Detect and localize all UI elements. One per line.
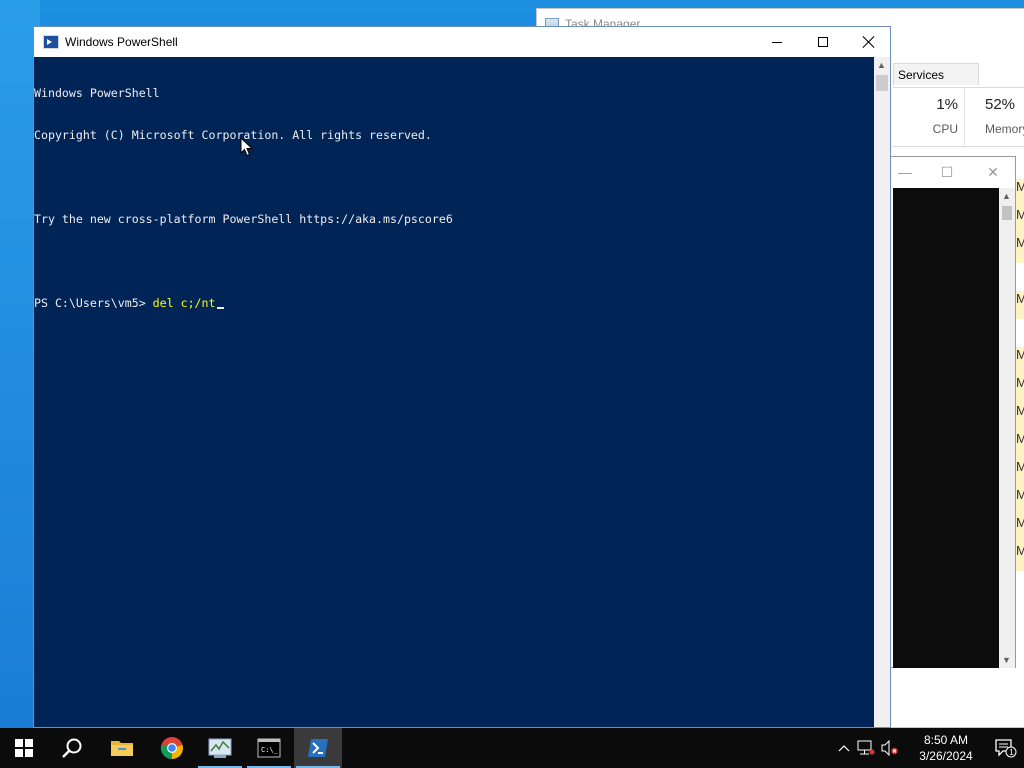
console-line: Windows PowerShell	[34, 86, 160, 100]
process-row[interactable]: M	[1015, 347, 1024, 375]
process-list-partial: M M M M M M M M M M M M	[1015, 179, 1024, 571]
network-button[interactable]	[854, 728, 878, 768]
volume-button[interactable]	[878, 728, 902, 768]
memory-column-header[interactable]: 52% Memory	[965, 88, 1024, 148]
process-row[interactable]: M	[1015, 291, 1024, 319]
scroll-down-icon[interactable]: ▼	[1002, 655, 1011, 665]
taskbar-file-explorer[interactable]	[98, 728, 146, 768]
console-line: Try the new cross-platform PowerShell ht…	[34, 212, 453, 226]
console-scroll-thumb[interactable]	[1002, 206, 1012, 220]
maximize-button[interactable]	[800, 27, 846, 57]
chevron-up-icon	[838, 745, 850, 752]
process-row[interactable]: M	[1015, 515, 1024, 543]
maximize-icon	[818, 37, 828, 47]
task-manager-column-headers: 1% CPU 52% Memory	[893, 87, 1024, 148]
taskmanager-icon	[208, 738, 232, 758]
mouse-pointer-icon	[240, 137, 254, 157]
process-row[interactable]: M	[1015, 235, 1024, 263]
taskbar-chrome[interactable]	[148, 728, 196, 768]
process-row[interactable]: M	[1015, 375, 1024, 403]
scroll-thumb[interactable]	[876, 75, 888, 91]
process-row[interactable]: M	[1015, 459, 1024, 487]
system-tray: 8:50 AM 3/26/2024 1	[834, 728, 1024, 768]
process-row[interactable]: M	[1015, 207, 1024, 235]
powershell-icon	[308, 739, 328, 757]
taskbar-task-manager[interactable]	[196, 728, 244, 768]
process-row[interactable]: M	[1015, 179, 1024, 207]
cpu-label: CPU	[932, 122, 958, 136]
start-button[interactable]	[0, 728, 48, 768]
close-icon	[863, 36, 875, 48]
windows-logo-icon	[15, 739, 33, 757]
powershell-window[interactable]: Windows PowerShell Windows PowerShell Co…	[33, 26, 891, 728]
close-button[interactable]	[846, 27, 892, 57]
taskbar-command-prompt[interactable]: C:\_	[245, 728, 293, 768]
console-window[interactable]: — ☐ ✕ ▲ ▼	[888, 156, 1016, 668]
process-row[interactable]: M	[1015, 543, 1024, 571]
typed-command[interactable]: del c;/nt	[153, 296, 216, 310]
chrome-icon	[160, 737, 183, 760]
scroll-up-icon[interactable]: ▲	[1002, 191, 1011, 201]
volume-muted-icon	[881, 740, 898, 756]
minimize-icon	[772, 41, 782, 43]
powershell-titlebar[interactable]: Windows PowerShell	[34, 27, 890, 57]
console-prompt: PS C:\Users\vm5>	[34, 296, 153, 310]
notification-icon: 1	[995, 739, 1017, 758]
tab-services[interactable]: Services	[893, 63, 979, 85]
search-button[interactable]	[48, 728, 96, 768]
action-center-button[interactable]: 1	[988, 728, 1024, 768]
window-title: Windows PowerShell	[65, 35, 178, 49]
process-row[interactable]	[1015, 263, 1024, 291]
folder-icon	[111, 741, 133, 756]
command-input-line[interactable]: PS C:\Users\vm5> del c;/nt	[34, 296, 874, 310]
powershell-scrollbar[interactable]: ▲	[874, 57, 890, 727]
network-icon	[857, 740, 875, 755]
clock-time: 8:50 AM	[923, 733, 969, 747]
memory-percent: 52%	[985, 96, 1016, 113]
svg-text:C:\_: C:\_	[261, 746, 279, 754]
cpu-percent: 1%	[936, 96, 958, 113]
powershell-icon	[43, 35, 59, 49]
notification-count: 1	[1009, 748, 1014, 757]
search-icon	[62, 738, 82, 758]
process-row[interactable]	[1015, 319, 1024, 347]
clock[interactable]: 8:50 AM 3/26/2024	[904, 728, 988, 768]
console-scrollbar[interactable]: ▲ ▼	[999, 188, 1015, 668]
cpu-column-header[interactable]: 1% CPU	[893, 88, 965, 148]
terminal-icon: C:\_	[257, 738, 281, 758]
minimize-button[interactable]	[754, 27, 800, 57]
console-close-button[interactable]: ✕	[971, 157, 1015, 187]
clock-date: 3/26/2024	[919, 749, 973, 763]
console-maximize-button[interactable]: ☐	[925, 157, 969, 187]
process-row[interactable]: M	[1015, 431, 1024, 459]
taskbar: C:\_ 8:50 AM 3/26/2024 1	[0, 728, 1024, 768]
taskbar-powershell[interactable]	[294, 728, 342, 768]
scroll-up-icon[interactable]: ▲	[877, 60, 886, 70]
console-titlebar[interactable]: — ☐ ✕	[889, 157, 1015, 187]
console-line: Copyright (C) Microsoft Corporation. All…	[34, 128, 432, 142]
show-hidden-icons-button[interactable]	[834, 728, 854, 768]
process-row[interactable]: M	[1015, 403, 1024, 431]
text-cursor	[216, 307, 224, 309]
powershell-console[interactable]: Windows PowerShell Copyright (C) Microso…	[34, 57, 874, 727]
process-row[interactable]: M	[1015, 487, 1024, 515]
console-output-area[interactable]	[893, 188, 999, 668]
memory-label: Memory	[985, 122, 1024, 136]
